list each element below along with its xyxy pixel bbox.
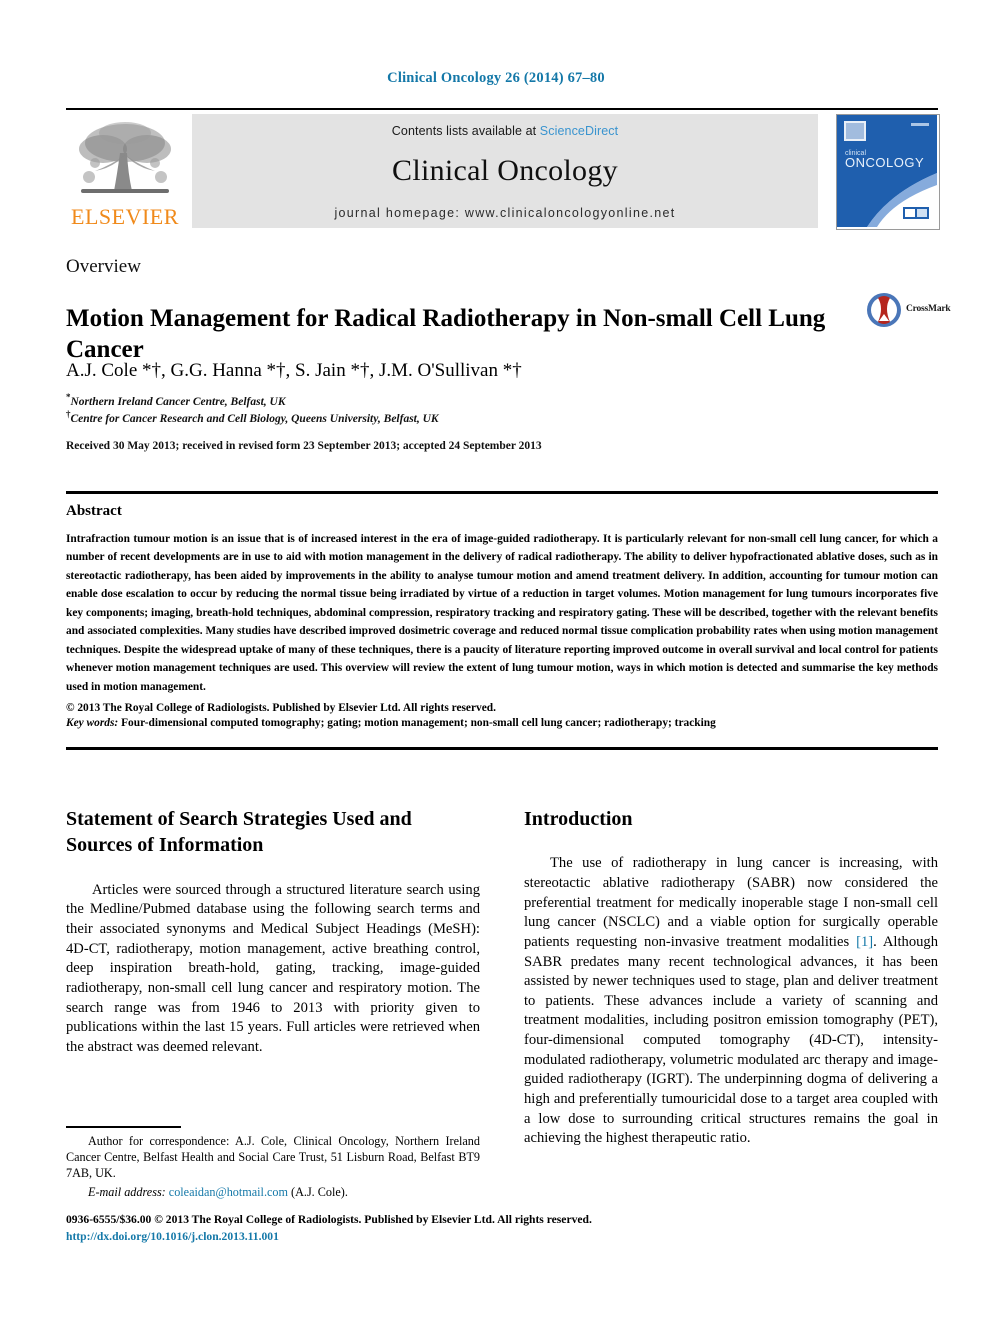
article-type-kicker: Overview [66,256,141,277]
elsevier-logo: ELSEVIER [66,114,184,228]
author-list: A.J. Cole *†, G.G. Hanna *†, S. Jain *†,… [66,360,522,381]
abstract-bottom-rule [66,747,938,750]
sciencedirect-link[interactable]: ScienceDirect [540,124,618,138]
affiliation-2: †Centre for Cancer Research and Cell Bio… [66,409,886,425]
contents-available-line: Contents lists available at ScienceDirec… [192,114,818,138]
svg-text:ONCOLOGY: ONCOLOGY [845,155,924,170]
affiliation-2-text: Centre for Cancer Research and Cell Biol… [70,412,439,425]
paragraph-search-strategies: Articles were sourced through a structur… [66,881,480,1055]
article-history: Received 30 May 2013; received in revise… [66,440,542,452]
masthead-top-rule [66,108,938,110]
affiliation-1: *Northern Ireland Cancer Centre, Belfast… [66,392,886,408]
section-heading-introduction: Introduction [524,808,633,830]
abstract-body: Intrafraction tumour motion is an issue … [66,530,938,718]
footnote-block: Author for correspondence: A.J. Cole, Cl… [66,1133,480,1200]
masthead-gray-panel: Contents lists available at ScienceDirec… [192,114,818,228]
abstract-top-rule [66,491,938,494]
journal-article-page: Clinical Oncology 26 (2014) 67–80 ELSEVI… [0,0,992,1323]
journal-cover-image: clinical ONCOLOGY [837,115,937,227]
footnote-correspondence: Author for correspondence: A.J. Cole, Cl… [66,1134,480,1181]
keywords-value: Four-dimensional computed tomography; ga… [121,717,716,729]
abstract-text: Intrafraction tumour motion is an issue … [66,533,938,693]
abstract-copyright: © 2013 The Royal College of Radiologists… [66,702,496,715]
crossmark-icon [867,293,901,327]
elsevier-tree-icon [79,122,171,193]
journal-homepage-line[interactable]: journal homepage: www.clinicaloncologyon… [192,206,818,220]
journal-title: Clinical Oncology [392,154,618,187]
section-heading-search-strategies: Statement of Search Strategies Used and … [66,808,412,857]
contents-prefix-text: Contents lists available at [391,124,540,138]
running-citation: Clinical Oncology 26 (2014) 67–80 [387,70,605,86]
reference-link-1[interactable]: [1] [856,934,873,950]
crossmark-label: CrossMark [906,304,951,314]
keywords-label: Key words: [66,717,119,729]
column-left: Statement of Search Strategies Used and … [66,806,480,1057]
intro-text-part2: . Although SABR predates many recent tec… [524,933,939,1147]
paragraph-introduction: The use of radiotherapy in lung cancer i… [524,854,938,1148]
footnote-rule [66,1126,181,1128]
elsevier-wordmark: ELSEVIER [71,204,179,229]
footer-copyright-line: 0936-6555/$36.00 © 2013 The Royal Colleg… [66,1213,592,1226]
footnote-email-suffix: (A.J. Cole). [291,1184,348,1199]
affiliation-1-text: Northern Ireland Cancer Centre, Belfast,… [70,395,286,408]
footnote-email-line: E-mail address: coleaidan@hotmail.com (A… [66,1184,480,1200]
footnote-email-link[interactable]: coleaidan@hotmail.com [169,1185,288,1199]
abstract-heading: Abstract [66,503,122,519]
footer-doi-link[interactable]: http://dx.doi.org/10.1016/j.clon.2013.11… [66,1228,938,1245]
footnote-email-label: E-mail address: [88,1184,166,1199]
footer-block: 0936-6555/$36.00 © 2013 The Royal Colleg… [66,1211,938,1246]
journal-masthead: ELSEVIER Contents lists available at Sci… [66,108,940,230]
article-title: Motion Management for Radical Radiothera… [66,304,826,363]
keywords-line: Key words: Four-dimensional computed tom… [66,717,938,729]
crossmark-badge[interactable]: CrossMark [866,292,951,334]
column-right: Introduction The use of radiotherapy in … [524,806,938,1149]
journal-cover-thumbnail: clinical ONCOLOGY [836,114,940,230]
